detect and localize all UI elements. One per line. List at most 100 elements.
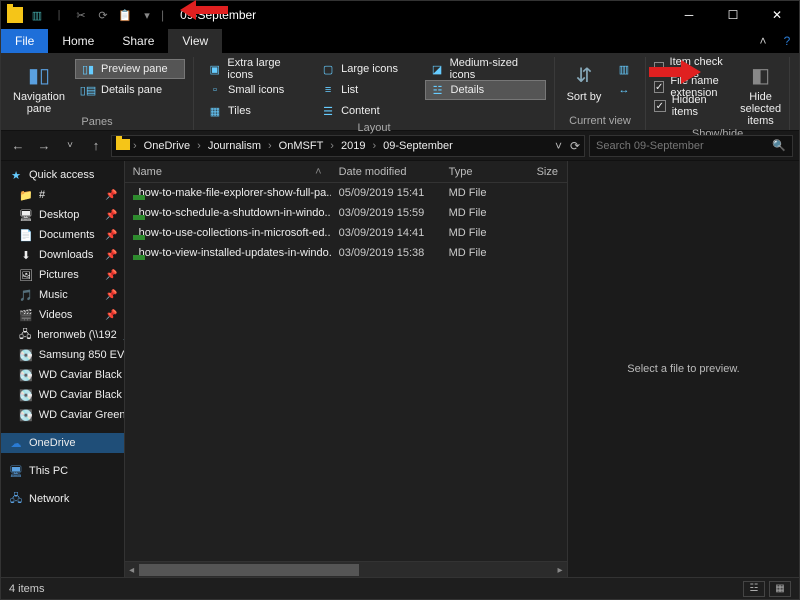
nav-history-button[interactable]: ˅	[59, 135, 81, 157]
column-type[interactable]: Type	[441, 166, 529, 178]
refresh-icon[interactable]: ⟳	[570, 139, 580, 153]
column-date[interactable]: Date modified	[331, 166, 441, 178]
sidebar-network[interactable]: 🖧Network	[1, 489, 124, 509]
help-icon[interactable]: ?	[775, 29, 799, 53]
search-icon[interactable]: 🔍	[772, 139, 786, 152]
nav-forward-button[interactable]: →	[33, 135, 55, 157]
sidebar-item[interactable]: ⬇Downloads📌	[1, 245, 124, 265]
group-panes: ▮▯ Navigation pane ▯▮ Preview pane ▯▤ Deta…	[1, 57, 194, 130]
breadcrumb-item[interactable]: OneDrive	[140, 140, 194, 152]
details-pane-label: Details pane	[101, 84, 162, 96]
check-hidden-items[interactable]: ✓Hidden items	[654, 97, 734, 115]
layout-tiles[interactable]: ▦Tiles	[202, 101, 312, 121]
close-button[interactable]: ✕	[755, 1, 799, 29]
table-row[interactable]: how-to-view-installed-updates-in-windo..…	[125, 243, 567, 263]
tab-view[interactable]: View	[168, 29, 222, 53]
sort-by-label: Sort by	[567, 91, 602, 103]
sidebar-item[interactable]: 🖼Pictures📌	[1, 265, 124, 285]
item-icon: 🖥	[19, 208, 33, 222]
sidebar-this-pc[interactable]: 🖥This PC	[1, 461, 124, 481]
tab-share[interactable]: Share	[108, 29, 168, 53]
layout-content[interactable]: ☰Content	[315, 101, 425, 121]
size-columns-button[interactable]: ↔	[611, 80, 637, 100]
navigation-pane-button[interactable]: ▮▯ Navigation pane	[9, 59, 69, 115]
sort-by-button[interactable]: ⇵ Sort by	[563, 59, 605, 114]
column-size[interactable]: Size	[529, 166, 567, 178]
sidebar-item[interactable]: 📁#📌	[1, 185, 124, 205]
horizontal-scrollbar[interactable]: ◂ ▸	[125, 561, 567, 577]
layout-details[interactable]: ☳Details	[425, 80, 546, 100]
sidebar-item[interactable]: 💽Samsung 850 EV📌	[1, 345, 124, 365]
details-pane-icon: ▯▤	[81, 83, 95, 97]
layout-small[interactable]: ▫Small icons	[202, 80, 312, 100]
qat-cut-icon[interactable]: ✂	[73, 7, 89, 23]
tab-file[interactable]: File	[1, 29, 48, 53]
view-large-icons-button[interactable]: ▦	[769, 581, 791, 597]
scroll-right-icon[interactable]: ▸	[553, 562, 567, 578]
nav-up-button[interactable]: ↑	[85, 135, 107, 157]
breadcrumb[interactable]: › OneDrive › Journalism › OnMSFT › 2019 …	[111, 135, 585, 157]
chevron-right-icon[interactable]: ›	[329, 140, 335, 152]
layout-medium[interactable]: ◪Medium-sized icons	[425, 59, 546, 79]
qat-paste-icon[interactable]: 📋	[117, 7, 133, 23]
scroll-left-icon[interactable]: ◂	[125, 562, 139, 578]
ribbon-collapse-icon[interactable]: ˄	[751, 29, 775, 53]
details-pane-button[interactable]: ▯▤ Details pane	[75, 80, 185, 100]
chevron-right-icon[interactable]: ›	[267, 140, 273, 152]
group-layout: ▣Extra large icons ▫Small icons ▦Tiles ▢…	[194, 57, 555, 130]
table-row[interactable]: how-to-make-file-explorer-show-full-pa..…	[125, 183, 567, 203]
tab-home[interactable]: Home	[48, 29, 108, 53]
table-row[interactable]: how-to-use-collections-in-microsoft-ed..…	[125, 223, 567, 243]
layout-list[interactable]: ≡List	[315, 80, 425, 100]
l-icon: ▢	[321, 62, 335, 76]
chevron-right-icon[interactable]: ›	[196, 140, 202, 152]
item-icon: 🖧	[19, 328, 31, 342]
sidebar-item[interactable]: 🖥Desktop📌	[1, 205, 124, 225]
search-input[interactable]: Search 09-September 🔍	[589, 135, 793, 157]
pin-icon: 📌	[105, 250, 119, 261]
qat-refresh-icon[interactable]: ⟳	[95, 7, 111, 23]
sidebar-onedrive[interactable]: ☁OneDrive	[1, 433, 124, 453]
column-name[interactable]: Name˄	[125, 166, 331, 178]
quick-access-toolbar: ▥ | ✂ ⟳ 📋 ▾	[7, 7, 155, 23]
qat-divider: |	[51, 7, 67, 23]
sidebar-item[interactable]: 🖧heronweb (\\192📌	[1, 325, 124, 345]
item-icon: 💽	[19, 388, 33, 402]
table-row[interactable]: how-to-schedule-a-shutdown-in-windo...03…	[125, 203, 567, 223]
breadcrumb-item[interactable]: OnMSFT	[275, 140, 328, 152]
chevron-right-icon[interactable]: ›	[371, 140, 377, 152]
qat-dropdown-icon[interactable]: ▾	[139, 7, 155, 23]
preview-pane-button[interactable]: ▯▮ Preview pane	[75, 59, 185, 79]
view-details-button[interactable]: ☳	[743, 581, 765, 597]
nav-back-button[interactable]: ←	[7, 135, 29, 157]
scrollbar-thumb[interactable]	[139, 564, 359, 576]
sidebar-item[interactable]: 🎬Videos📌	[1, 305, 124, 325]
minimize-button[interactable]: ─	[667, 1, 711, 29]
search-placeholder: Search 09-September	[596, 140, 704, 152]
hide-selected-button[interactable]: ◧ Hide selecteditems	[740, 59, 781, 127]
sidebar-item[interactable]: 📄Documents📌	[1, 225, 124, 245]
address-dropdown-icon[interactable]: ˅	[555, 139, 562, 153]
breadcrumb-item[interactable]: Journalism	[204, 140, 265, 152]
hide-selected-label: Hide selecteditems	[740, 91, 781, 127]
preview-pane-icon: ▯▮	[81, 62, 95, 76]
file-list: Name˄ Date modified Type Size how-to-mak…	[125, 161, 567, 577]
s-icon: ▫	[208, 83, 222, 97]
group-options: ☑ Options	[790, 57, 800, 130]
item-icon: 💽	[19, 408, 33, 422]
sidebar-item[interactable]: 💽WD Caviar Black📌	[1, 385, 124, 405]
maximize-button[interactable]: ☐	[711, 1, 755, 29]
item-icon: 📄	[19, 228, 33, 242]
sidebar-item[interactable]: 💽WD Caviar Green📌	[1, 405, 124, 425]
sidebar-item[interactable]: 💽WD Caviar Black📌	[1, 365, 124, 385]
sidebar-item[interactable]: 🎵Music📌	[1, 285, 124, 305]
add-columns-button[interactable]: ▥	[611, 59, 637, 79]
sidebar-quick-access[interactable]: ★Quick access	[1, 165, 124, 185]
breadcrumb-item[interactable]: 2019	[337, 140, 369, 152]
preview-pane-label: Preview pane	[101, 63, 168, 75]
layout-large[interactable]: ▢Large icons	[315, 59, 425, 79]
group-current-view-label: Current view	[563, 114, 637, 130]
breadcrumb-item[interactable]: 09-September	[379, 140, 457, 152]
layout-extra-large[interactable]: ▣Extra large icons	[202, 59, 312, 79]
chevron-right-icon[interactable]: ›	[132, 140, 138, 152]
